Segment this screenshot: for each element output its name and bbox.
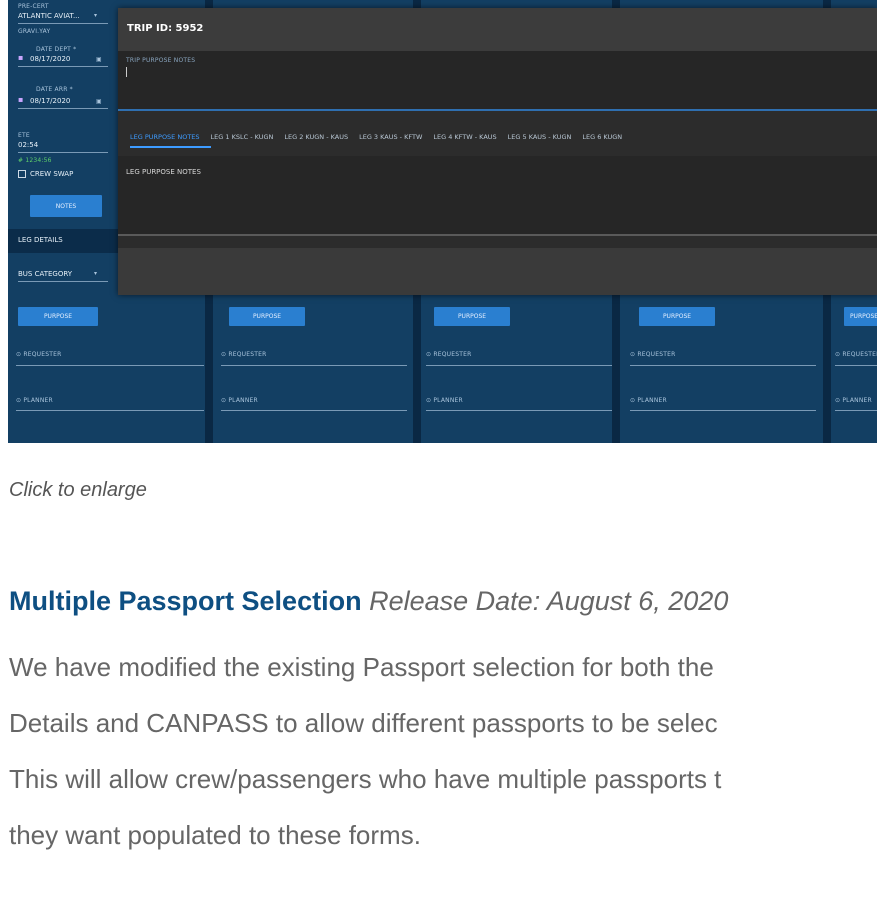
date-arr-label: DATE ARR * (36, 86, 73, 93)
requester-field[interactable]: ⊙ REQUESTER (221, 351, 266, 358)
planner-field[interactable]: ⊙ PLANNER (426, 397, 463, 404)
planner-label: PLANNER (842, 397, 872, 404)
calendar-picker-icon[interactable]: ▣ (96, 98, 102, 105)
tab-leg-1[interactable]: LEG 1 KSLC - KUGN (211, 130, 285, 148)
calendar-icon: ▪ (18, 95, 24, 104)
planner-label: PLANNER (23, 397, 53, 404)
description-line: Details and CANPASS to allow different p… (9, 708, 718, 738)
planner-field[interactable]: ⊙ PLANNER (835, 397, 872, 404)
purpose-button[interactable]: PURPOSE (229, 307, 305, 326)
purpose-button[interactable]: PURPOSE (844, 307, 877, 326)
ete-label: ETE (18, 132, 30, 139)
planner-label: PLANNER (228, 397, 258, 404)
modal-footer (118, 248, 877, 295)
trip-notes-modal: TRIP ID: 5952 TRIP PURPOSE NOTES LEG PUR… (118, 8, 877, 295)
tab-leg-3[interactable]: LEG 3 KAUS - KFTW (359, 130, 433, 148)
purpose-button[interactable]: PURPOSE (18, 307, 98, 326)
leg-purpose-notes-field[interactable]: LEG PURPOSE NOTES (118, 156, 877, 236)
planner-label: PLANNER (637, 397, 667, 404)
chevron-down-icon: ▾ (94, 270, 98, 277)
requester-label: REQUESTER (23, 351, 62, 358)
text-cursor (126, 67, 127, 77)
trip-purpose-notes-field[interactable]: TRIP PURPOSE NOTES (118, 51, 877, 111)
requester-label: REQUESTER (842, 351, 877, 358)
modal-header: TRIP ID: 5952 (118, 8, 877, 51)
planner-field[interactable]: ⊙ PLANNER (630, 397, 667, 404)
planner-field[interactable]: ⊙ PLANNER (16, 397, 53, 404)
date-arr-input[interactable]: 08/17/2020 (30, 97, 70, 105)
leg-purpose-notes-label: LEG PURPOSE NOTES (126, 168, 201, 176)
requester-field[interactable]: ⊙ REQUESTER (426, 351, 471, 358)
tab-leg-6[interactable]: LEG 6 KUGN (582, 130, 633, 148)
planner-field[interactable]: ⊙ PLANNER (221, 397, 258, 404)
description-line: they want populated to these forms. (9, 820, 421, 850)
crew-swap-label: CREW SWAP (30, 170, 74, 178)
operator-sub: GRAVI.YAY (18, 28, 51, 35)
notes-button[interactable]: NOTES (30, 195, 102, 217)
calendar-picker-icon[interactable]: ▣ (96, 56, 102, 63)
chevron-down-icon: ▾ (94, 12, 98, 19)
operator-select[interactable]: ATLANTIC AVIAT... (18, 12, 80, 20)
planner-label: PLANNER (433, 397, 463, 404)
description-line: This will allow crew/passengers who have… (9, 764, 722, 794)
purpose-button[interactable]: PURPOSE (639, 307, 715, 326)
leg-details-label: LEG DETAILS (18, 236, 63, 244)
requester-field[interactable]: ⊙ REQUESTER (835, 351, 877, 358)
calendar-icon: ▪ (18, 53, 24, 62)
field-label: PRE-CERT (18, 3, 49, 10)
tab-leg-5[interactable]: LEG 5 KAUS - KUGN (508, 130, 583, 148)
release-description: We have modified the existing Passport s… (9, 639, 877, 863)
requester-field[interactable]: ⊙ REQUESTER (630, 351, 675, 358)
screenshot-image[interactable]: PRE-CERT ATLANTIC AVIAT... ▾ GRAVI.YAY D… (8, 0, 877, 443)
trip-purpose-notes-label: TRIP PURPOSE NOTES (126, 57, 196, 64)
image-caption: Click to enlarge (9, 479, 147, 501)
tab-leg-2[interactable]: LEG 2 KUGN - KAUS (284, 130, 359, 148)
bus-category-select[interactable]: BUS CATEGORY (18, 270, 72, 278)
crew-swap-checkbox[interactable] (18, 170, 26, 178)
description-line: We have modified the existing Passport s… (9, 652, 714, 682)
modal-title: TRIP ID: 5952 (127, 23, 204, 34)
date-dept-label: DATE DEPT * (36, 46, 77, 53)
requester-field[interactable]: ⊙ REQUESTER (16, 351, 61, 358)
release-headline: Multiple Passport Selection Release Date… (9, 586, 728, 617)
date-dept-input[interactable]: 08/17/2020 (30, 55, 70, 63)
ete-input[interactable]: 02:54 (18, 141, 38, 149)
leg-tabs: LEG PURPOSE NOTES LEG 1 KSLC - KUGN LEG … (130, 130, 633, 150)
release-date: Release Date: August 6, 2020 (369, 586, 729, 616)
release-title: Multiple Passport Selection (9, 586, 362, 616)
tab-leg-4[interactable]: LEG 4 KFTW - KAUS (433, 130, 507, 148)
requester-label: REQUESTER (228, 351, 267, 358)
ete-sub: # 1234:56 (18, 157, 52, 164)
requester-label: REQUESTER (433, 351, 472, 358)
tab-leg-purpose-notes[interactable]: LEG PURPOSE NOTES (130, 130, 211, 148)
requester-label: REQUESTER (637, 351, 676, 358)
purpose-button[interactable]: PURPOSE (434, 307, 510, 326)
